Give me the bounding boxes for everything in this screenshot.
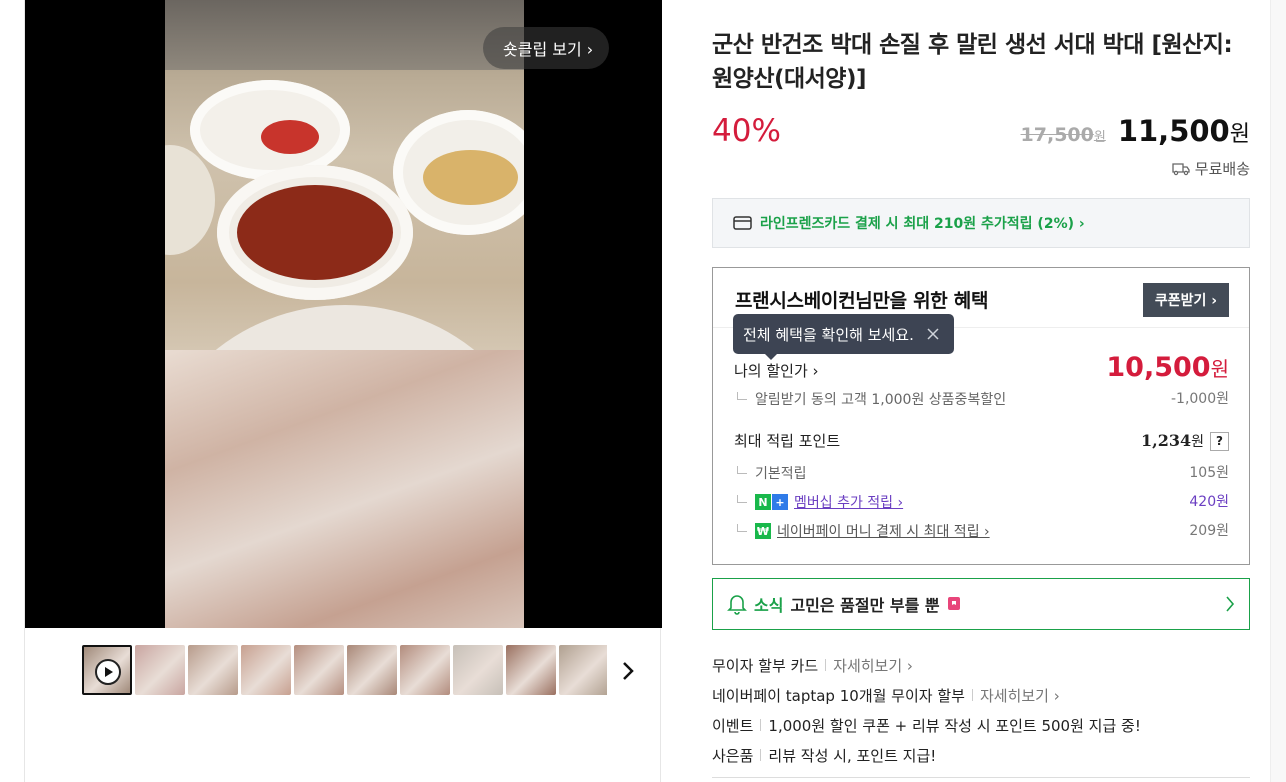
membership-points-link[interactable]: 멤버십 추가 적립 › [794,492,903,512]
divider [712,777,1250,778]
credit-card-icon [733,216,752,230]
page-scrollbar[interactable] [1270,0,1286,782]
membership-points-row: N + 멤버십 추가 적립 › 420원 [734,491,1229,512]
max-points-label: 최대 적립 포인트 [734,432,841,450]
naver-pay-icon: ₩ [755,523,771,539]
shortclip-label: 숏클립 보기 › [503,40,594,59]
info-label: 무이자 할부 카드 [712,656,819,675]
discount-rate: 40% [712,113,781,149]
benefit-box: 프랜시스베이컨님만을 위한 혜택 쿠폰받기 › 전체 혜택을 확인해 보세요. … [712,267,1250,565]
thumbnail-image[interactable] [294,645,344,695]
alarm-discount-row: 알림받기 동의 고객 1,000원 상품중복할인 -1,000원 [734,388,1229,409]
tooltip-text: 전체 혜택을 확인해 보세요. [743,325,914,344]
price-row: 17,500원 11,500원 [1021,114,1250,148]
info-line-gift: 사은품 리뷰 작성 시, 포인트 지급! [712,740,1250,770]
truck-icon [1172,162,1190,175]
benefit-tooltip: 전체 혜택을 확인해 보세요. [733,314,954,360]
play-icon [95,659,121,685]
media-panel: 숏클립 보기 › [24,0,662,782]
my-price: 10,500원 [1106,352,1229,383]
base-points-row: 기본적립 105원 [734,462,1229,483]
help-icon[interactable]: ? [1210,431,1229,451]
bookmark-icon [947,597,960,610]
thumbnail-next-button[interactable] [617,656,639,686]
base-points-label: 기본적립 [755,466,807,482]
thumbnail-image[interactable] [188,645,238,695]
original-price: 17,500원 [1020,124,1106,146]
notice-banner[interactable]: 소식 고민은 품절만 부를 뿐 [712,578,1250,630]
info-label: 사은품 [712,746,754,765]
info-detail-link[interactable]: 자세히보기 › [833,655,913,676]
coupon-button[interactable]: 쿠폰받기 › [1142,283,1229,317]
product-title: 군산 반건조 박대 손질 후 말린 생선 서대 박대 [원산지:원양산(대서양)… [712,32,1233,92]
info-label: 이벤트 [712,716,754,735]
max-points-row: 최대 적립 포인트 1,234원? [734,430,1229,451]
base-points-value: 105원 [1189,465,1229,481]
product-video[interactable]: 숏클립 보기 › [25,0,662,628]
thumbnail-strip [82,645,607,697]
info-line-event: 이벤트 1,000원 할인 쿠폰 + 리뷰 작성 시 포인트 500원 지급 중… [712,710,1250,740]
thumbnail-image[interactable] [400,645,450,695]
thumbnail-image[interactable] [453,645,503,695]
video-frame [165,0,524,628]
info-label: 네이버페이 taptap 10개월 무이자 할부 [712,686,965,705]
alarm-discount-value: -1,000원 [1170,391,1229,407]
thumbnail-image[interactable] [135,645,185,695]
close-icon[interactable] [926,327,940,341]
sale-price: 11,500원 [1117,114,1250,148]
npay-points-link[interactable]: 네이버페이 머니 결제 시 최대 적립 › [777,521,990,541]
bell-icon [727,595,747,615]
npay-points-row: ₩ 네이버페이 머니 결제 시 최대 적립 › 209원 [734,520,1229,541]
thumbnail-image[interactable] [347,645,397,695]
my-price-label[interactable]: 나의 할인가 › [734,360,819,381]
card-promo-banner[interactable]: 라인프렌즈카드 결제 시 최대 210원 추가적립 (2%) › [712,198,1250,248]
thumbnail-image[interactable] [559,645,607,695]
naver-plus-badge-icon: N + [755,494,788,510]
info-detail: 리뷰 작성 시, 포인트 지급! [768,746,937,765]
card-promo-text: 라인프렌즈카드 결제 시 최대 210원 추가적립 (2%) › [760,216,1085,232]
shortclip-button[interactable]: 숏클립 보기 › [483,27,610,69]
info-detail: 1,000원 할인 쿠폰 + 리뷰 작성 시 포인트 500원 지급 중! [768,716,1141,735]
thumbnail-image[interactable] [506,645,556,695]
info-detail-link[interactable]: 자세히보기 › [980,685,1060,706]
npay-points-value: 209원 [1189,523,1229,539]
membership-points-value: 420원 [1189,494,1229,510]
chevron-right-icon [1226,596,1235,612]
my-price-row: 나의 할인가 › 10,500원 [734,352,1229,383]
extra-info: 무이자 할부 카드 자세히보기 › 네이버페이 taptap 10개월 무이자 … [712,650,1250,770]
alarm-discount-label: 알림받기 동의 고객 1,000원 상품중복할인 [755,392,1007,408]
info-line-installment: 무이자 할부 카드 자세히보기 › [712,650,1250,680]
notice-tag: 소식 [754,596,784,615]
max-points: 1,234원? [1141,431,1229,451]
shipping-info: 무료배송 [1172,158,1250,179]
shipping-label: 무료배송 [1194,160,1250,178]
notice-message: 고민은 품절만 부를 뿐 [790,596,940,615]
info-line-taptap: 네이버페이 taptap 10개월 무이자 할부 자세히보기 › [712,680,1250,710]
thumbnail-video[interactable] [82,645,132,695]
thumbnail-image[interactable] [241,645,291,695]
chevron-right-icon [623,662,634,680]
benefit-title: 프랜시스베이컨님만을 위한 혜택 [735,290,989,312]
